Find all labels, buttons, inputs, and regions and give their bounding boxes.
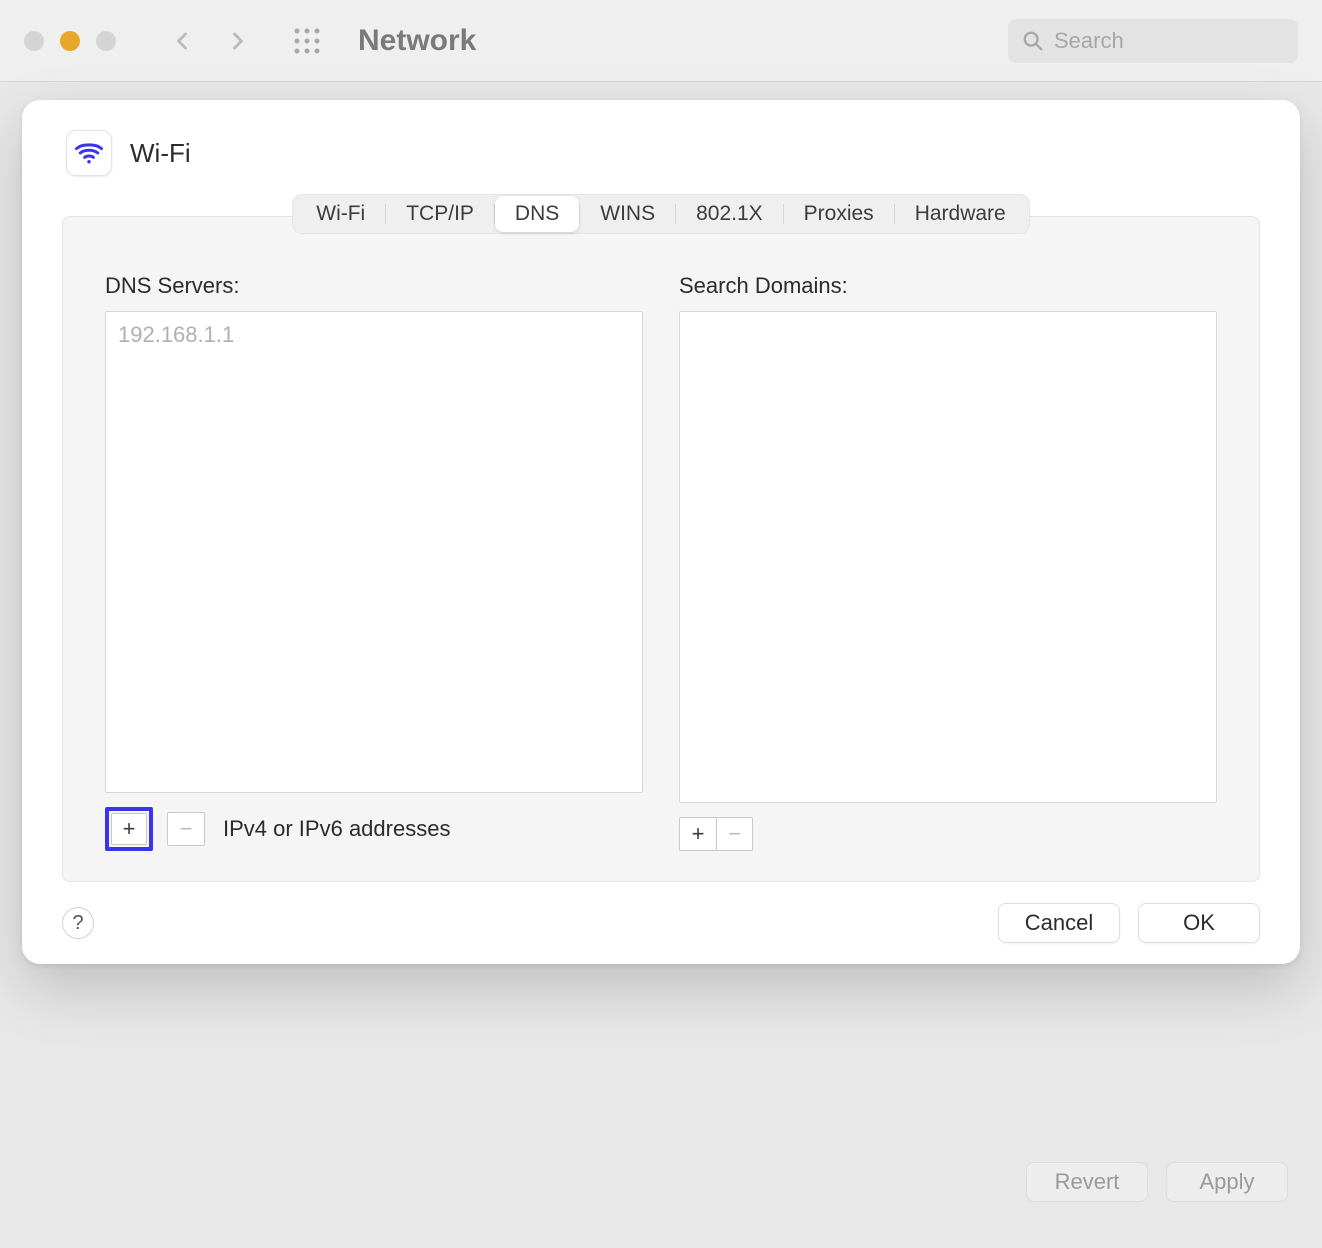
tab-hardware[interactable]: Hardware <box>895 196 1026 232</box>
remove-search-domain-button[interactable]: − <box>716 818 752 850</box>
search-icon <box>1022 30 1044 52</box>
chevron-right-icon <box>224 27 252 55</box>
traffic-lights <box>24 31 116 51</box>
search-domains-actions: + − <box>679 817 1217 851</box>
search-domains-list[interactable] <box>679 311 1217 803</box>
minus-icon: − <box>728 821 741 847</box>
tab-bar: Wi-Fi TCP/IP DNS WINS 802.1X Proxies Har… <box>292 194 1029 234</box>
back-button[interactable] <box>168 27 196 55</box>
plus-icon: + <box>123 816 136 842</box>
toolbar-title: Network <box>358 24 476 58</box>
tab-dns[interactable]: DNS <box>495 196 579 232</box>
background-footer: Revert Apply <box>1026 1162 1288 1202</box>
add-search-domain-button[interactable]: + <box>680 818 716 850</box>
help-button[interactable]: ? <box>62 907 94 939</box>
minus-icon: − <box>180 816 193 842</box>
search-domains-column: Search Domains: + − <box>679 273 1217 851</box>
dns-servers-list[interactable]: 192.168.1.1 <box>105 311 643 793</box>
sheet-footer-buttons: Cancel OK <box>998 903 1260 943</box>
cancel-button[interactable]: Cancel <box>998 903 1120 943</box>
dns-servers-label: DNS Servers: <box>105 273 643 299</box>
search-field[interactable] <box>1008 19 1298 63</box>
plus-icon: + <box>692 821 705 847</box>
tabs-container: Wi-Fi TCP/IP DNS WINS 802.1X Proxies Har… <box>22 194 1300 234</box>
window-zoom-button[interactable] <box>96 31 116 51</box>
wifi-icon <box>74 138 104 168</box>
search-domains-label: Search Domains: <box>679 273 1217 299</box>
forward-button[interactable] <box>224 27 252 55</box>
tab-proxies[interactable]: Proxies <box>784 196 894 232</box>
sheet-footer: ? Cancel OK <box>22 882 1300 964</box>
apply-button[interactable]: Apply <box>1166 1162 1288 1202</box>
ok-button[interactable]: OK <box>1138 903 1260 943</box>
dns-servers-column: DNS Servers: 192.168.1.1 + − IP <box>105 273 643 851</box>
tab-8021x[interactable]: 802.1X <box>676 196 783 232</box>
chevron-left-icon <box>168 27 196 55</box>
add-dns-server-button[interactable]: + <box>111 813 147 845</box>
window-close-button[interactable] <box>24 31 44 51</box>
nav-arrows <box>168 27 252 55</box>
revert-button[interactable]: Revert <box>1026 1162 1148 1202</box>
dns-servers-actions: + − IPv4 or IPv6 addresses <box>105 807 643 851</box>
window-toolbar: Network <box>0 0 1322 82</box>
help-icon: ? <box>72 912 83 935</box>
dns-hint: IPv4 or IPv6 addresses <box>223 816 450 842</box>
tab-wins[interactable]: WINS <box>580 196 675 232</box>
wifi-advanced-sheet: Wi-Fi Wi-Fi TCP/IP DNS WINS 802.1X Proxi… <box>22 100 1300 964</box>
sheet-title: Wi-Fi <box>130 138 191 169</box>
show-all-button[interactable] <box>292 26 322 56</box>
tab-wifi[interactable]: Wi-Fi <box>296 196 385 232</box>
grid-icon <box>292 26 322 56</box>
search-input[interactable] <box>1054 28 1284 54</box>
tab-tcpip[interactable]: TCP/IP <box>386 196 494 232</box>
wifi-service-icon <box>66 130 112 176</box>
remove-dns-server-button[interactable]: − <box>168 813 204 845</box>
window-minimize-button[interactable] <box>60 31 80 51</box>
dns-panel: DNS Servers: 192.168.1.1 + − IP <box>62 216 1260 882</box>
add-dns-highlight: + <box>105 807 153 851</box>
dns-server-entry[interactable]: 192.168.1.1 <box>118 322 630 348</box>
sheet-header: Wi-Fi <box>22 100 1300 194</box>
